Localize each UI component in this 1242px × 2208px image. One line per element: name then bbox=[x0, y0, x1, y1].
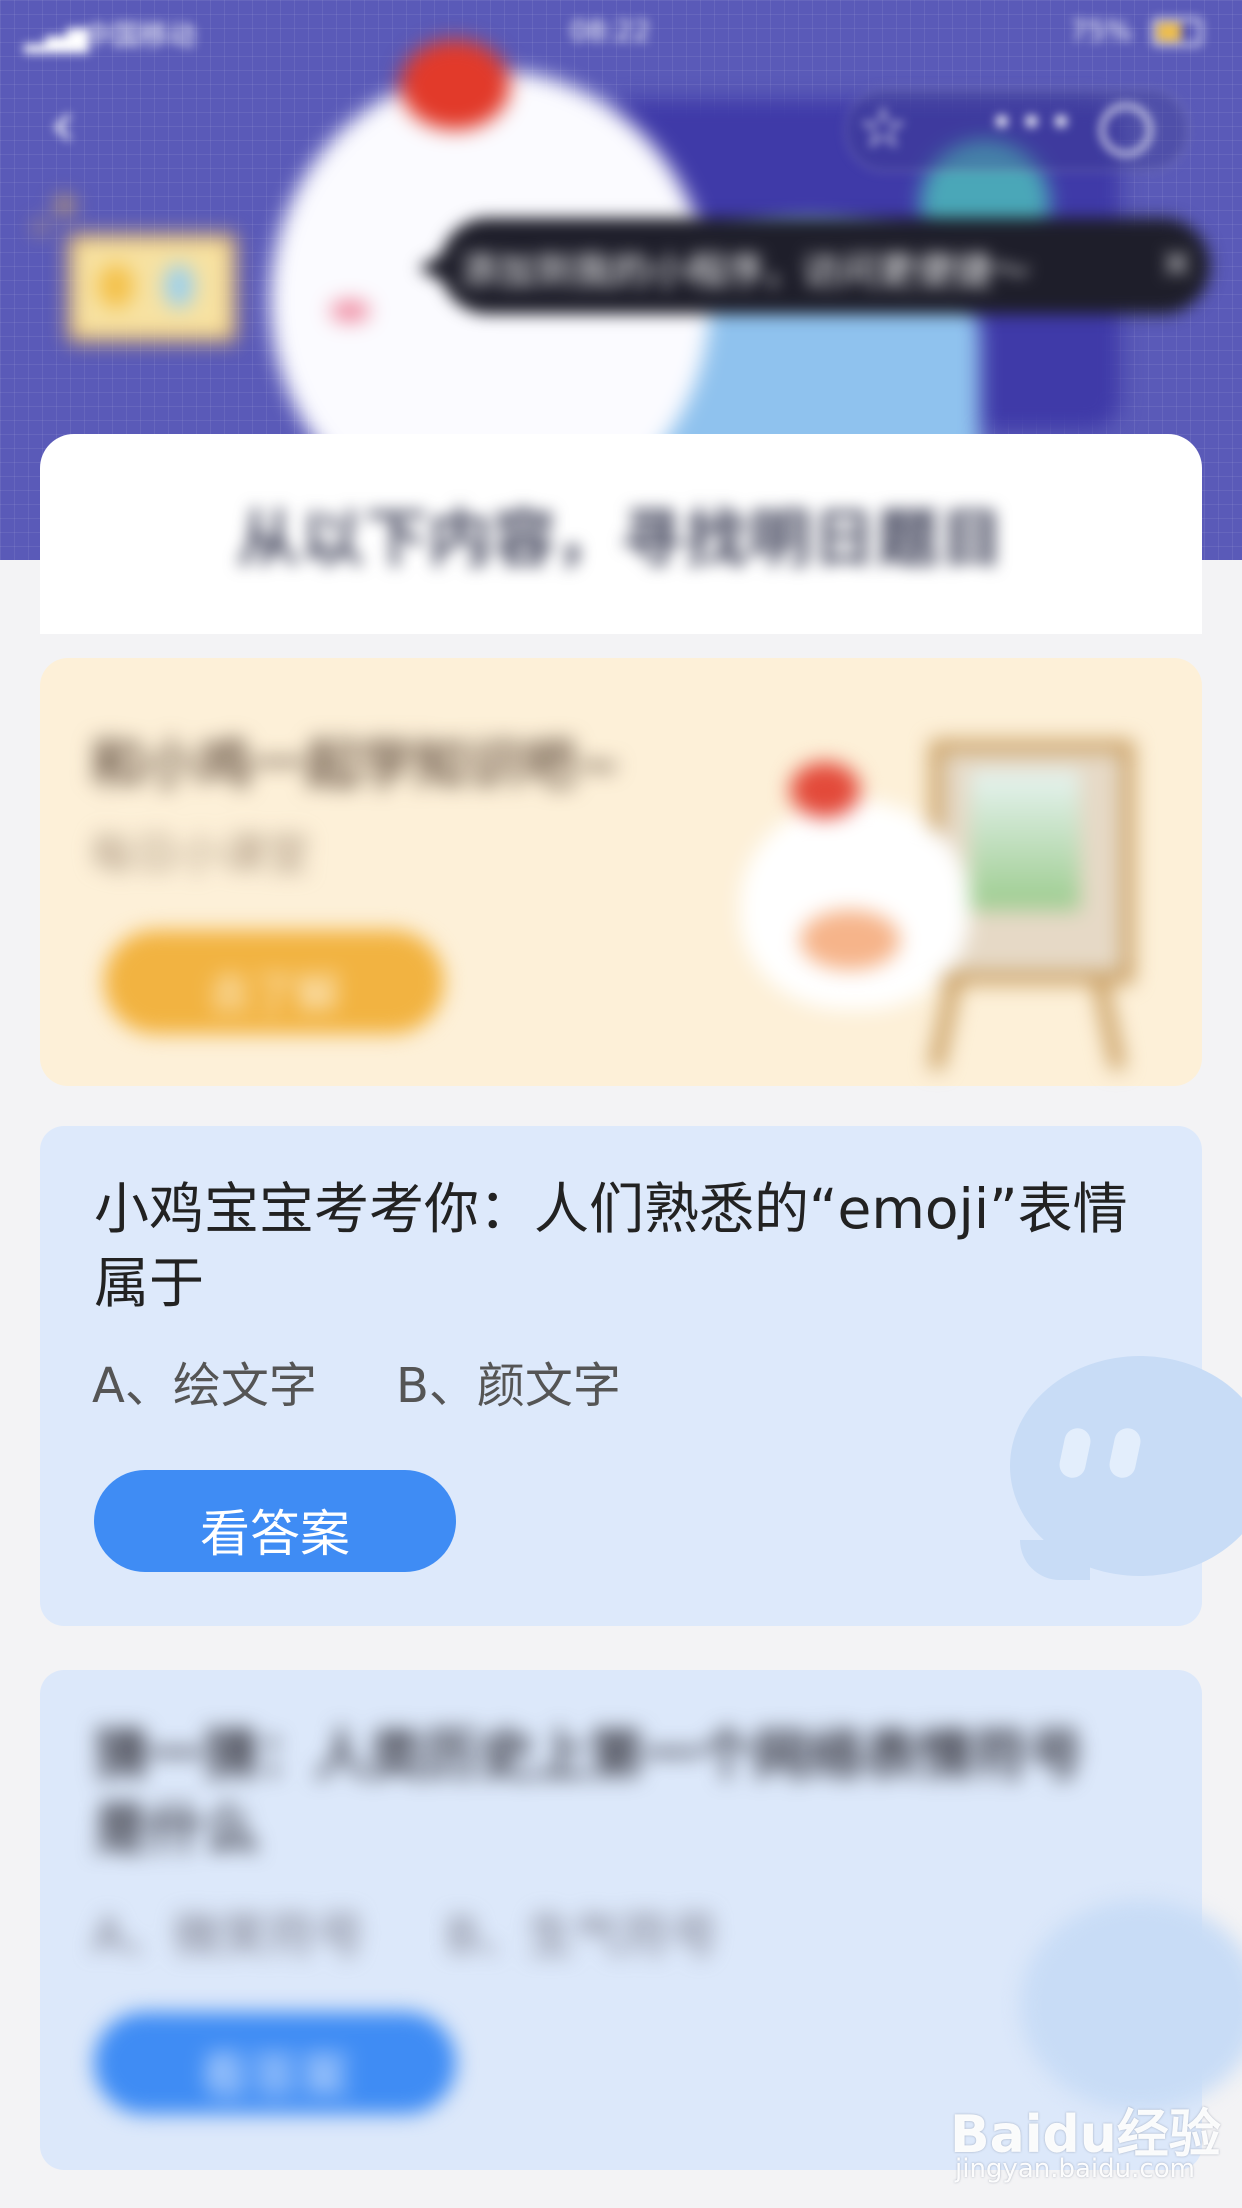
carrier-label: 中国移动 bbox=[84, 19, 197, 52]
status-bar: ▂▄▆ 中国移动 08:22 75% bbox=[0, 0, 1242, 64]
tip-text: 添加到我的小程序，访问更便捷～ bbox=[460, 249, 1031, 293]
clock: 08:22 bbox=[570, 14, 651, 47]
close-mini-program-icon[interactable] bbox=[1100, 104, 1152, 156]
chicken-comb-illustration bbox=[790, 762, 860, 818]
chicken-cheek-illustration bbox=[330, 300, 370, 322]
option-a: A、绘文字 bbox=[92, 1358, 317, 1414]
back-arrow-icon[interactable]: ‹ bbox=[50, 92, 102, 158]
page-title: 从以下内容，寻找明日题目 bbox=[236, 502, 1005, 575]
option-b: B、颜文字 bbox=[396, 1358, 621, 1414]
view-answer-button-label: 看答案 bbox=[200, 1505, 350, 1563]
picture-frame-illustration bbox=[68, 234, 236, 342]
baidu-watermark-url: jingyan.baidu.com bbox=[955, 2154, 1195, 2184]
next-question-text: 猜一猜：人类历史上第一个网络表情符号是什么 bbox=[94, 1723, 1085, 1861]
tip-close-icon[interactable]: × bbox=[1160, 240, 1194, 286]
learn-more-button-label: 去了解 bbox=[208, 969, 340, 1020]
question-text: 小鸡宝宝考考你：人们熟悉的“emoji”表情属于 bbox=[94, 1177, 1128, 1315]
promo-title: 和小鸡一起学知识吧~ bbox=[90, 733, 622, 796]
painting-illustration bbox=[970, 770, 1080, 910]
signal-icon: ▂▄▆ bbox=[24, 20, 89, 53]
next-option-b: B、生气符号 bbox=[446, 1908, 719, 1964]
sparkle-icon: ✦ bbox=[30, 214, 52, 244]
painting-chicken-illustration bbox=[740, 800, 970, 1010]
promo-subtitle: 每日小课堂 bbox=[90, 829, 310, 880]
next-option-a: A、微笑符号 bbox=[92, 1908, 365, 1964]
next-view-answer-button-label: 看答案 bbox=[200, 2047, 350, 2105]
palette-illustration bbox=[800, 910, 900, 970]
favorite-star-icon[interactable]: ☆ bbox=[858, 96, 908, 161]
battery-percent: 75% bbox=[1070, 14, 1133, 47]
battery-icon bbox=[1152, 18, 1202, 46]
more-icon[interactable]: ••• bbox=[990, 100, 1079, 146]
sparkle-icon: ✦ bbox=[48, 184, 82, 230]
